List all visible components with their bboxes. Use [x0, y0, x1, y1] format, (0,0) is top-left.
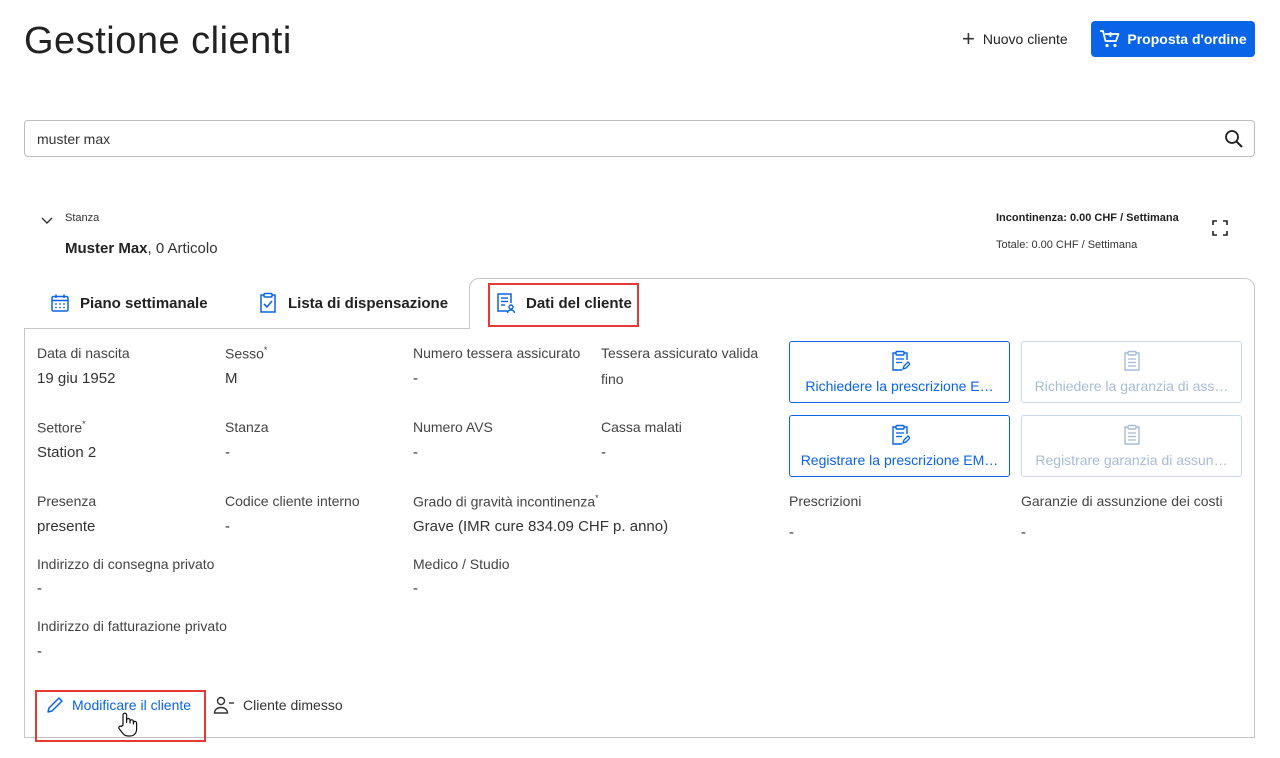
private-delivery-value: -: [37, 580, 42, 597]
incontinence-cost: Incontinenza: 0.00 CHF / Settimana: [996, 212, 1179, 224]
sex-value: M: [225, 370, 238, 387]
plus-icon: +: [962, 26, 975, 51]
sector-label-text: Settore: [37, 419, 83, 436]
register-prescription-label: Registrare la prescrizione EM…: [800, 452, 999, 468]
request-prescription-button[interactable]: Richiedere la prescrizione E…: [789, 341, 1010, 403]
order-proposal-label: Proposta d'ordine: [1127, 31, 1247, 47]
search-icon[interactable]: [1224, 129, 1244, 149]
tab-label: Dati del cliente: [526, 294, 632, 312]
tab-label: Piano settimanale: [80, 294, 208, 312]
client-name-bold: Muster Max: [65, 240, 148, 257]
cart-icon: [1100, 30, 1120, 48]
search-bar: [24, 120, 1255, 157]
clipboard-icon: [1123, 350, 1140, 371]
sector-label: Settore*: [37, 419, 86, 436]
insurance-valid-label: Tessera assicurato valida: [601, 345, 759, 361]
tab-label: Lista di dispensazione: [288, 294, 449, 312]
sector-value: Station 2: [37, 444, 97, 461]
private-billing-value: -: [37, 643, 42, 660]
discharge-client-label: Cliente dimesso: [243, 697, 343, 713]
private-billing-label: Indirizzo di fatturazione privato: [37, 618, 227, 634]
birth-label: Data di nascita: [37, 345, 130, 361]
new-client-button[interactable]: + Nuovo cliente: [962, 28, 1068, 50]
search-input[interactable]: [25, 130, 1205, 147]
room-field-label: Stanza: [225, 419, 269, 435]
room-field-value: -: [225, 444, 230, 461]
doctor-value: -: [413, 580, 418, 597]
tab-client-data[interactable]: Dati del cliente: [496, 290, 632, 316]
edit-client-label: Modificare il cliente: [72, 697, 192, 713]
avs-value: -: [413, 444, 418, 461]
avs-label: Numero AVS: [413, 419, 493, 435]
insurance-valid-value: fino: [601, 371, 624, 387]
cost-guarantees-label: Garanzie di assunzione dei costi: [1021, 493, 1223, 509]
clipboard-check-icon: [260, 292, 276, 313]
severity-label: Grado di gravità incontinenza*: [413, 493, 599, 510]
request-prescription-label: Richiedere la prescrizione E…: [805, 378, 994, 394]
severity-value: Grave (IMR cure 834.09 CHF p. anno): [413, 518, 669, 535]
request-guarantee-button: Richiedere la garanzia di ass…: [1021, 341, 1242, 403]
health-insurance-value: -: [601, 444, 606, 461]
private-delivery-label: Indirizzo di consegna privato: [37, 556, 215, 572]
prescriptions-label: Prescrizioni: [789, 493, 862, 509]
tab-weekly-plan[interactable]: Piano settimanale: [50, 290, 208, 316]
sex-label-text: Sesso: [225, 345, 264, 362]
presence-label: Presenza: [37, 493, 97, 509]
client-name: Muster Max, 0 Articolo: [65, 240, 218, 257]
presence-value: presente: [37, 518, 96, 535]
total-cost: Totale: 0.00 CHF / Settimana: [996, 239, 1138, 251]
page-title: Gestione clienti: [24, 20, 292, 62]
pencil-icon: [47, 697, 63, 713]
insurance-card-value: -: [413, 370, 418, 387]
health-insurance-label: Cassa malati: [601, 419, 682, 435]
register-prescription-button[interactable]: Registrare la prescrizione EM…: [789, 415, 1010, 477]
internal-code-label: Codice cliente interno: [225, 493, 360, 509]
room-label: Stanza: [65, 212, 100, 224]
client-articles: , 0 Articolo: [147, 240, 218, 257]
client-data-icon: [497, 293, 516, 314]
discharge-client-button[interactable]: Cliente dimesso: [213, 696, 343, 714]
required-marker: *: [82, 419, 86, 429]
new-client-label: Nuovo cliente: [982, 31, 1068, 47]
register-guarantee-button: Registrare garanzia di assun…: [1021, 415, 1242, 477]
order-proposal-button[interactable]: Proposta d'ordine: [1091, 21, 1255, 57]
clipboard-icon: [1123, 424, 1140, 445]
clipboard-edit-icon: [891, 350, 910, 371]
insurance-card-label: Numero tessera assicurato: [413, 345, 581, 361]
birth-value: 19 giu 1952: [37, 370, 116, 387]
request-guarantee-label: Richiedere la garanzia di ass…: [1034, 378, 1229, 394]
cost-guarantees-value: -: [1021, 524, 1026, 541]
chevron-down-icon[interactable]: [40, 215, 54, 227]
prescriptions-value: -: [789, 524, 794, 541]
doctor-label: Medico / Studio: [413, 556, 510, 572]
register-guarantee-label: Registrare garanzia di assun…: [1035, 452, 1228, 468]
clipboard-edit-icon: [891, 424, 910, 445]
required-marker: *: [263, 345, 268, 355]
expand-icon[interactable]: [1212, 220, 1228, 236]
calendar-icon: [51, 294, 69, 312]
tab-dispensing-list[interactable]: Lista di dispensazione: [258, 290, 448, 316]
required-marker: *: [595, 493, 599, 503]
internal-code-value: -: [225, 518, 230, 535]
sex-label: Sesso*: [225, 345, 267, 362]
severity-label-text: Grado di gravità incontinenza: [413, 493, 596, 510]
user-minus-icon: [213, 696, 234, 714]
hand-cursor-icon: [118, 712, 138, 737]
